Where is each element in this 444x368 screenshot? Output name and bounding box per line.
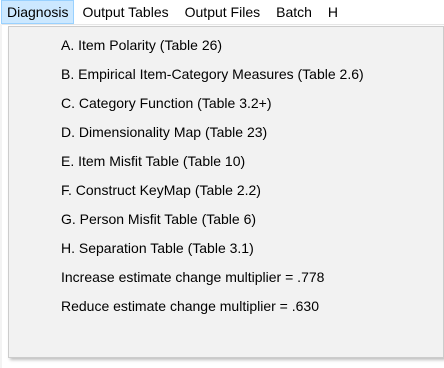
menu-batch[interactable]: Batch <box>268 0 320 24</box>
menu-diagnosis[interactable]: Diagnosis <box>1 0 75 24</box>
menu-item-item-misfit-table[interactable]: E. Item Misfit Table (Table 10) <box>9 147 443 176</box>
menu-help-truncated[interactable]: H <box>320 0 346 24</box>
application-window: Diagnosis Output Tables Output Files Bat… <box>0 0 444 368</box>
menu-item-person-misfit-table[interactable]: G. Person Misfit Table (Table 6) <box>9 205 443 234</box>
menu-bar: Diagnosis Output Tables Output Files Bat… <box>0 0 444 25</box>
menu-item-dimensionality-map[interactable]: D. Dimensionality Map (Table 23) <box>9 118 443 147</box>
window-edge <box>0 24 2 368</box>
menu-item-item-polarity[interactable]: A. Item Polarity (Table 26) <box>9 31 443 60</box>
menu-output-files[interactable]: Output Files <box>177 0 268 24</box>
menu-item-separation-table[interactable]: H. Separation Table (Table 3.1) <box>9 234 443 263</box>
menu-item-increase-multiplier[interactable]: Increase estimate change multiplier = .7… <box>9 263 443 292</box>
menu-item-empirical-item-category-measures[interactable]: B. Empirical Item-Category Measures (Tab… <box>9 60 443 89</box>
menu-item-construct-keymap[interactable]: F. Construct KeyMap (Table 2.2) <box>9 176 443 205</box>
diagnosis-dropdown-menu: A. Item Polarity (Table 26) B. Empirical… <box>8 26 444 358</box>
menu-item-reduce-multiplier[interactable]: Reduce estimate change multiplier = .630 <box>9 292 443 321</box>
diagnosis-menu-list: A. Item Polarity (Table 26) B. Empirical… <box>9 27 443 321</box>
menu-item-category-function[interactable]: C. Category Function (Table 3.2+) <box>9 89 443 118</box>
menu-output-tables[interactable]: Output Tables <box>74 0 176 24</box>
